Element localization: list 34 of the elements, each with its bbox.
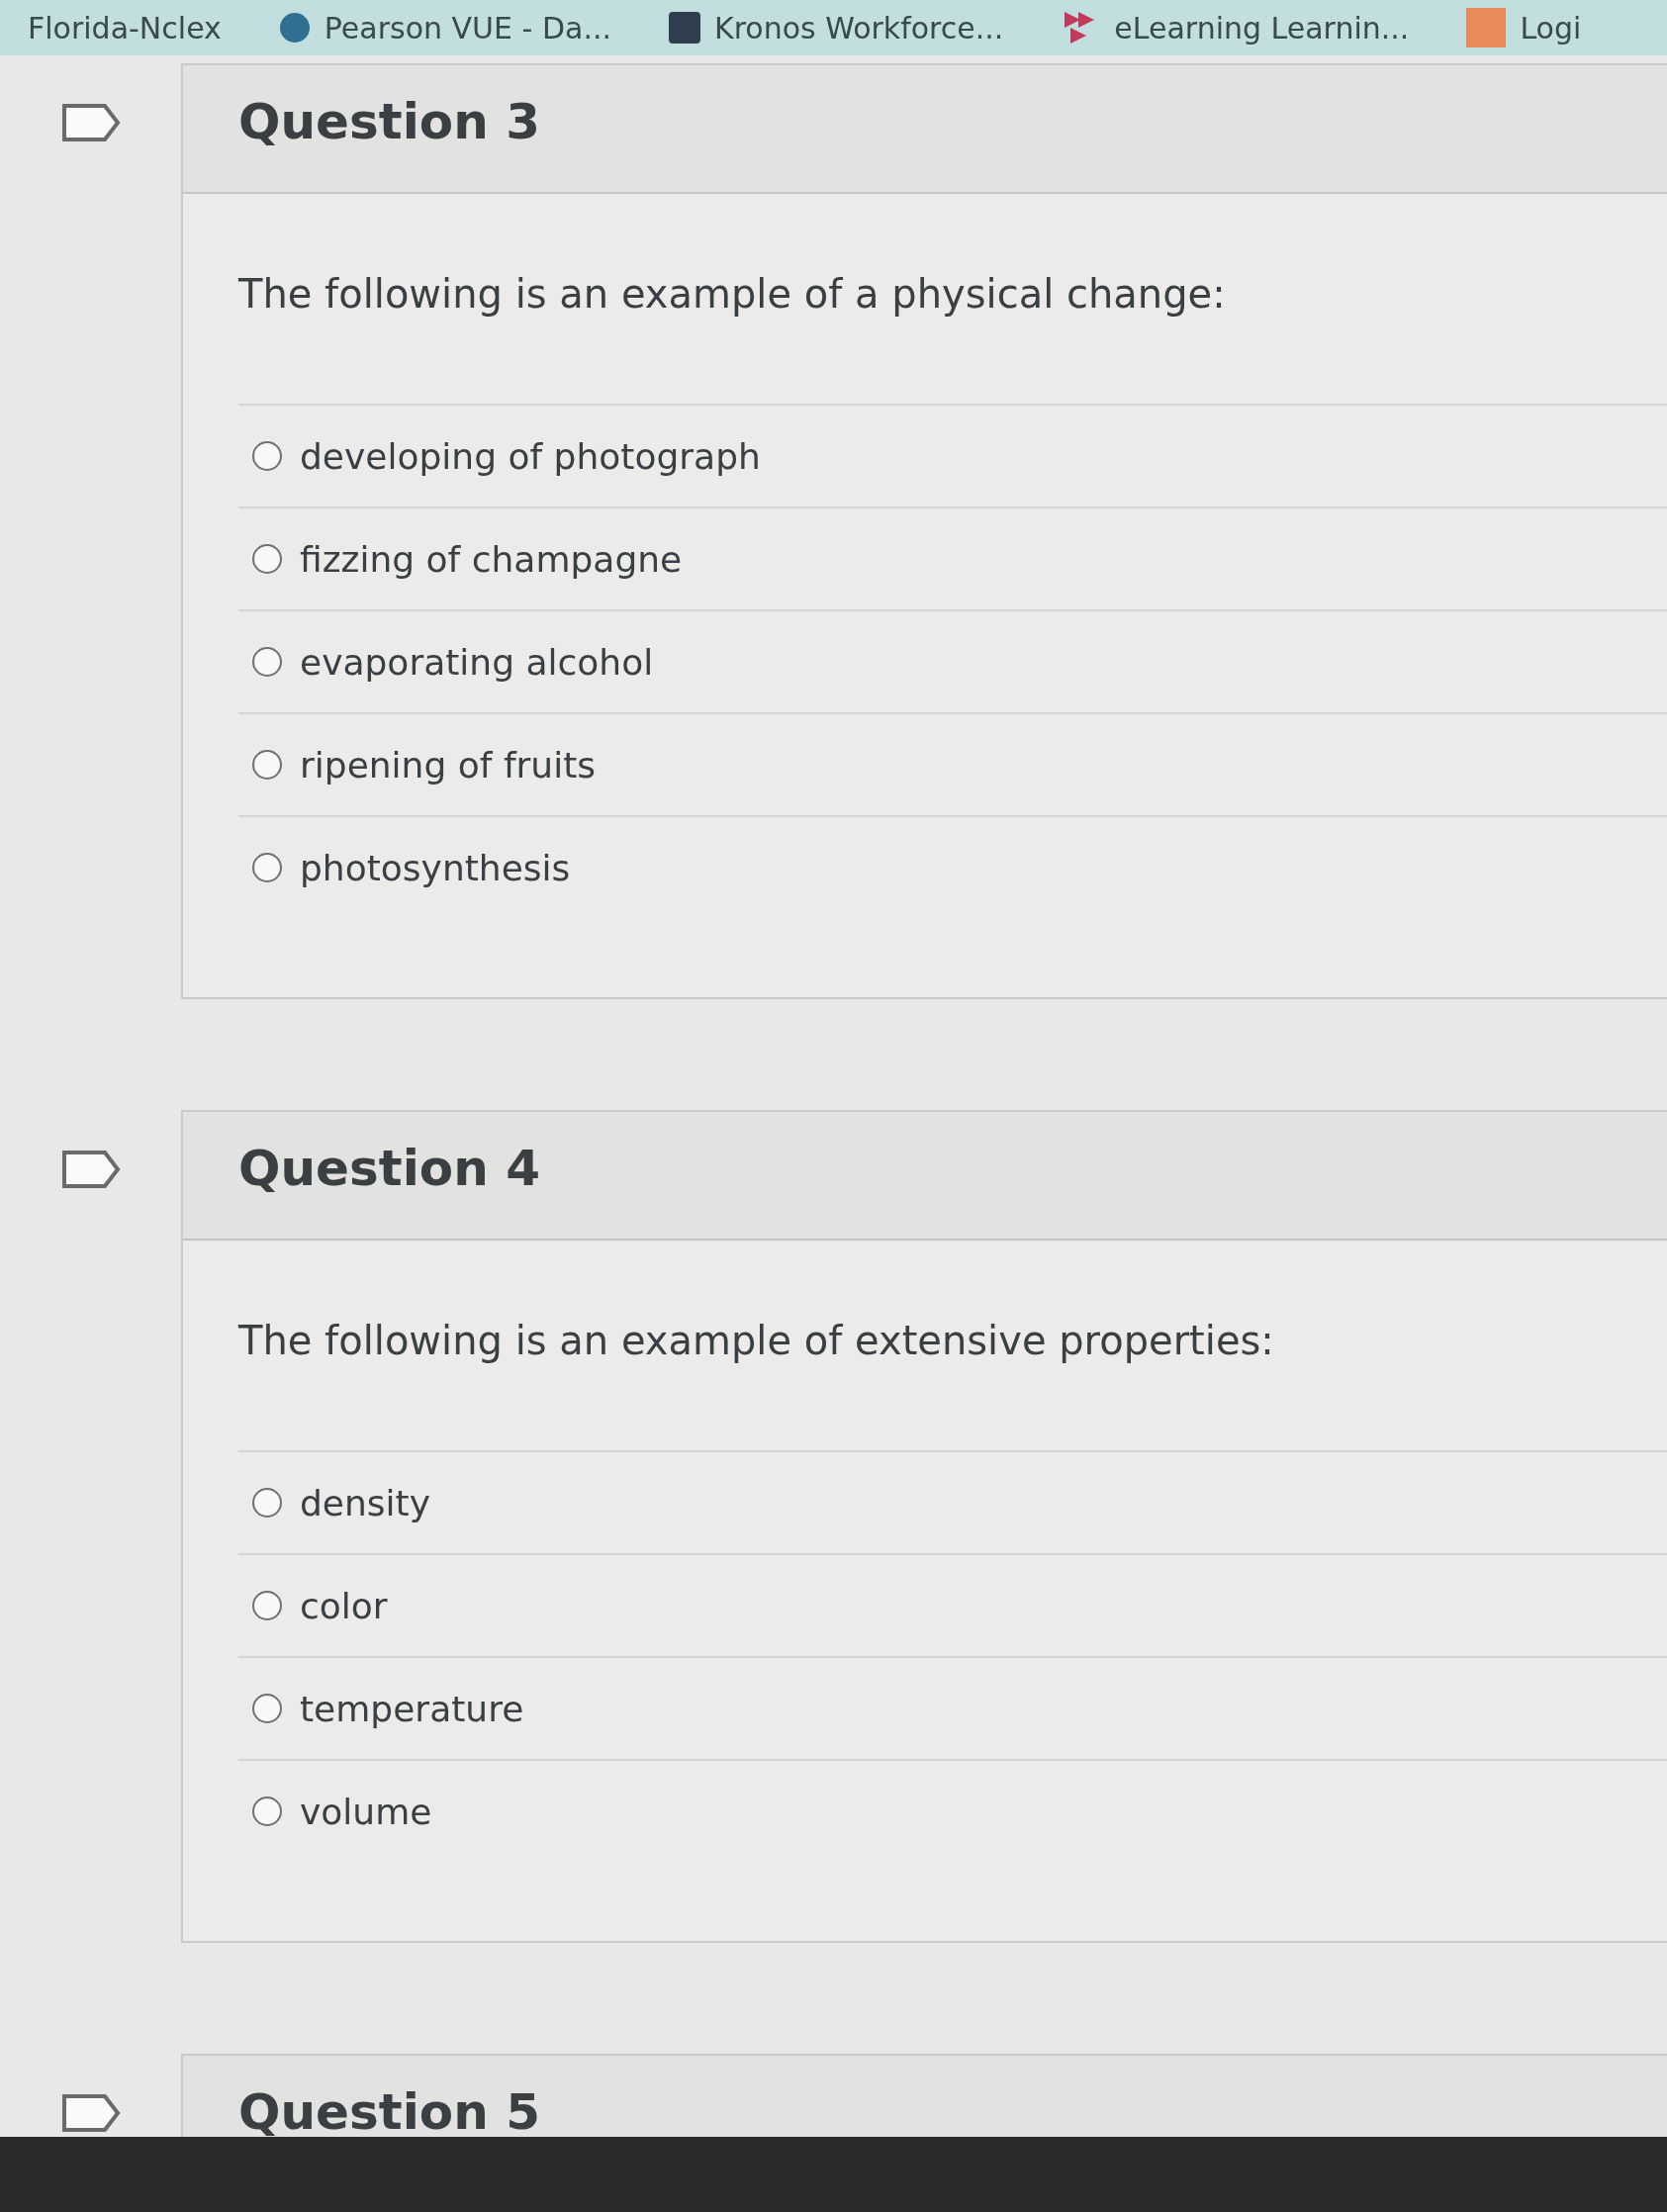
option-label[interactable]: temperature [300, 1688, 524, 1729]
radio-button[interactable] [252, 1797, 282, 1826]
radio-button[interactable] [252, 1694, 282, 1723]
question-title: Question 5 [238, 2083, 541, 2137]
circle-icon [278, 12, 311, 44]
question-title: Question 4 [238, 1140, 541, 1197]
bookmark-link[interactable]: Logi [1520, 10, 1582, 46]
radio-button[interactable] [252, 647, 282, 677]
option-label[interactable]: fizzing of champagne [300, 538, 683, 580]
bookmark-link[interactable]: Florida-Nclex [28, 10, 222, 46]
option-label[interactable]: photosynthesis [300, 847, 571, 888]
radio-button[interactable] [252, 1488, 282, 1518]
option-label[interactable]: evaporating alcohol [300, 641, 654, 683]
radio-button[interactable] [252, 544, 282, 574]
question-text: The following is an example of extensive properties: [238, 1318, 1275, 1363]
square-icon [669, 12, 700, 44]
option-label[interactable]: volume [300, 1791, 432, 1832]
radio-button[interactable] [252, 853, 282, 882]
option-label[interactable]: ripening of fruits [300, 744, 597, 785]
square-icon [1466, 8, 1507, 47]
tag-icon[interactable] [60, 1150, 121, 1189]
bookmark-link[interactable]: Pearson VUE - Da... [324, 10, 611, 46]
tag-icon[interactable] [60, 2093, 121, 2133]
tag-icon[interactable] [60, 103, 121, 142]
bookmark-link[interactable]: Kronos Workforce... [714, 10, 1004, 46]
option-label[interactable]: density [300, 1482, 430, 1523]
radio-button[interactable] [252, 750, 282, 780]
question-text: The following is an example of a physical change: [238, 271, 1227, 317]
option-label[interactable]: developing of photograph [300, 435, 761, 477]
question-title: Question 3 [238, 93, 541, 150]
bookmark-link[interactable]: eLearning Learnin... [1114, 10, 1410, 46]
radio-button[interactable] [252, 441, 282, 471]
radio-button[interactable] [252, 1591, 282, 1620]
option-label[interactable]: color [300, 1585, 388, 1626]
